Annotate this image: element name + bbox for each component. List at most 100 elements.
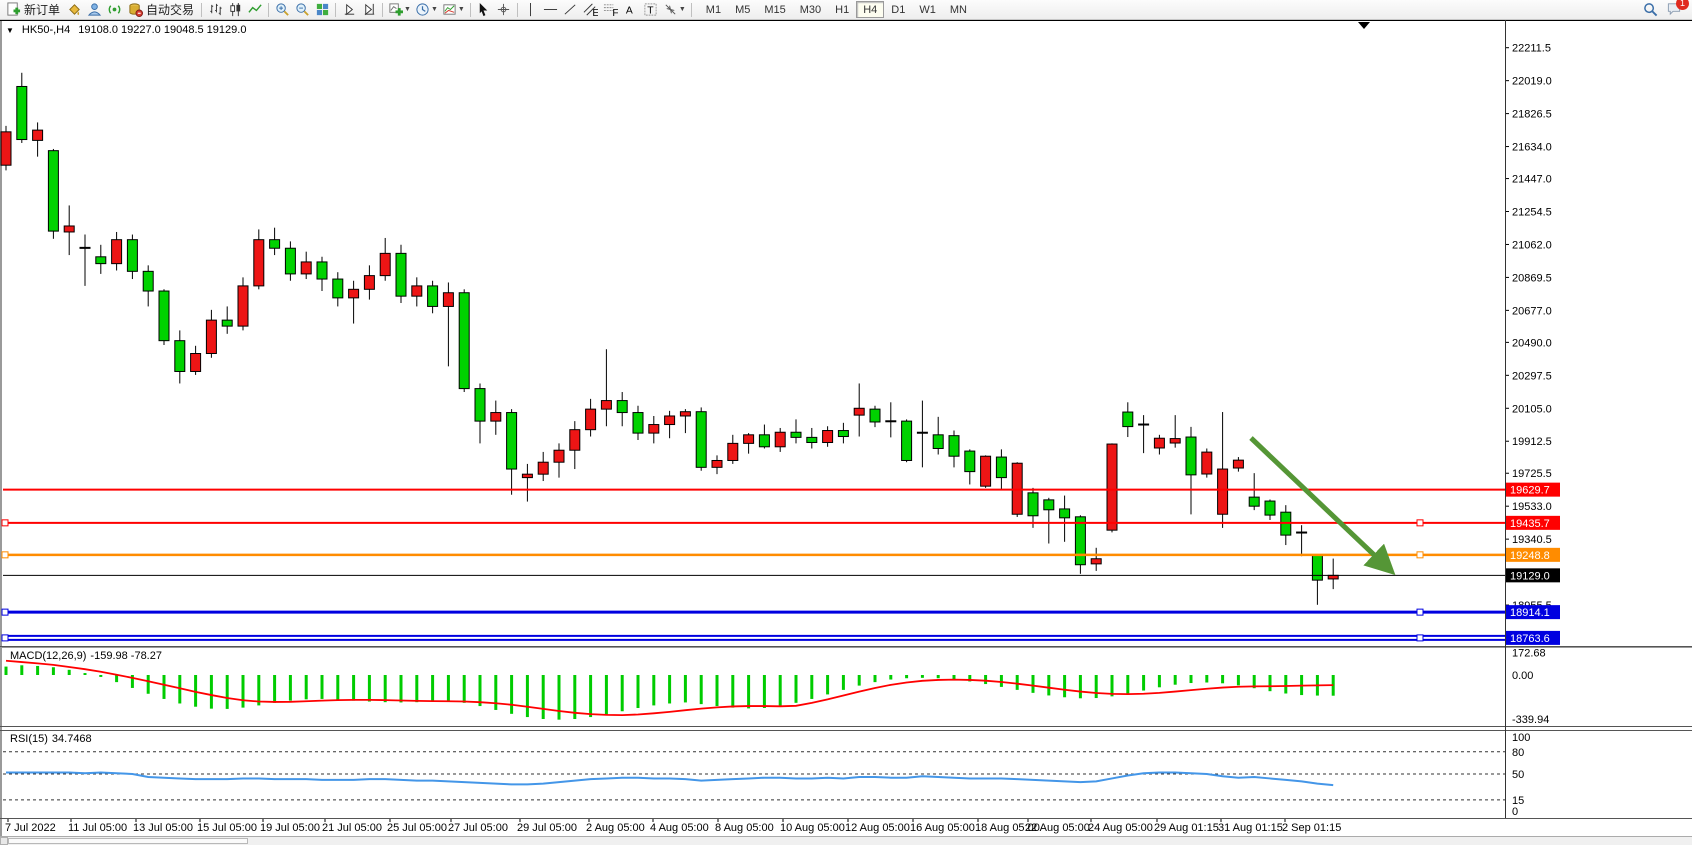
candle-down	[949, 436, 959, 457]
rsi-axis-label: 50	[1512, 769, 1524, 781]
candle-down	[617, 401, 627, 413]
candle-down	[1249, 497, 1259, 506]
candle-down	[759, 435, 769, 447]
candle-up	[412, 286, 422, 296]
macd-axis-label: -339.94	[1512, 714, 1549, 726]
candle-up	[744, 435, 754, 444]
time-axis-label: 13 Jul 05:00	[133, 822, 193, 834]
candle-up	[301, 262, 311, 274]
candle-up	[570, 430, 580, 451]
time-axis-label: 16 Aug 05:00	[910, 822, 975, 834]
candle-down	[143, 271, 153, 291]
time-axis-label: 10 Aug 05:00	[780, 822, 845, 834]
candle-up	[586, 409, 596, 430]
line-handle[interactable]	[1417, 552, 1423, 558]
candle-up	[206, 320, 216, 353]
candle-up	[712, 460, 722, 467]
candle-down	[507, 413, 517, 469]
candle-down	[222, 320, 232, 326]
time-axis-label: 12 Aug 05:00	[845, 822, 910, 834]
time-axis-label: 24 Aug 05:00	[1088, 822, 1153, 834]
macd-axis-label: 172.68	[1512, 648, 1546, 660]
line-handle[interactable]	[2, 520, 8, 526]
candle-down	[870, 409, 880, 422]
candle-down	[428, 286, 438, 307]
candle-up	[1218, 469, 1228, 514]
rsi-label: RSI(15) 34.7468	[10, 733, 92, 745]
candle-up	[1233, 460, 1243, 468]
candle-up	[728, 443, 738, 460]
price-axis-label: 20869.5	[1512, 272, 1552, 284]
candle-up	[380, 253, 390, 275]
symbol-timeframe-label: HK50-,H4	[22, 24, 70, 36]
price-axis-label: 21062.0	[1512, 239, 1552, 251]
macd-label: MACD(12,26,9)-159.98 -78.27	[10, 650, 162, 662]
candle-down	[80, 247, 90, 248]
candle-down	[807, 437, 817, 442]
candle-down	[333, 279, 343, 298]
candle-up	[1, 132, 11, 165]
candle-down	[270, 240, 280, 249]
candle-up	[1202, 452, 1212, 474]
price-axis-label: 21254.5	[1512, 207, 1552, 219]
candle-up	[1139, 424, 1149, 425]
candle-up	[601, 401, 611, 410]
rsi-name: RSI(15)	[10, 733, 48, 745]
candle-up	[191, 354, 201, 372]
candle-down	[633, 413, 643, 434]
price-axis-label: 22211.5	[1512, 43, 1551, 55]
line-handle[interactable]	[1417, 635, 1423, 641]
collapse-triangle-icon[interactable]: ▼	[6, 26, 14, 35]
price-axis-label: 20297.5	[1512, 370, 1552, 382]
candle-up	[33, 130, 43, 140]
candle-up	[238, 286, 248, 326]
line-handle[interactable]	[2, 609, 8, 615]
candle-down	[791, 432, 801, 437]
scrollbar-thumb[interactable]	[8, 838, 248, 844]
candle-up	[1154, 438, 1164, 448]
candle-up	[443, 293, 453, 307]
rsi-axis-label: 80	[1512, 747, 1524, 759]
candle-up	[981, 456, 991, 486]
candle-up	[854, 408, 864, 415]
line-handle[interactable]	[1417, 609, 1423, 615]
chart-shift-marker[interactable]	[1358, 22, 1370, 29]
macd-axis-label: 0.00	[1512, 670, 1533, 682]
chart-title: ▼ HK50-,H4 19108.0 19227.0 19048.5 19129…	[6, 24, 246, 36]
price-axis-label: 22019.0	[1512, 76, 1552, 88]
candle-up	[823, 431, 833, 443]
candle-down	[933, 435, 943, 449]
time-axis-label: 27 Jul 05:00	[448, 822, 508, 834]
price-axis-label: 21826.5	[1512, 109, 1552, 121]
candle-up	[649, 425, 659, 434]
time-axis-label: 25 Jul 05:00	[387, 822, 447, 834]
candle-down	[696, 412, 706, 468]
time-axis-label: 29 Aug 01:15	[1154, 822, 1219, 834]
price-axis-label: 20677.0	[1512, 305, 1552, 317]
candle-up	[254, 240, 264, 286]
price-badge-label: 19435.7	[1510, 518, 1550, 530]
time-axis-label: 22 Aug 05:00	[1025, 822, 1090, 834]
candle-up	[917, 432, 927, 433]
candle-up	[349, 289, 359, 298]
candle-down	[1186, 437, 1196, 475]
rsi-axis-label: 100	[1512, 732, 1530, 744]
candle-up	[775, 432, 785, 447]
horizontal-scrollbar[interactable]	[0, 836, 1692, 845]
line-handle[interactable]	[2, 635, 8, 641]
candle-up	[1091, 559, 1101, 564]
line-handle[interactable]	[1417, 520, 1423, 526]
candle-down	[1060, 509, 1070, 518]
candle-down	[1312, 555, 1322, 580]
candle-down	[285, 248, 295, 274]
candle-up	[491, 413, 501, 422]
line-handle[interactable]	[2, 552, 8, 558]
rsi-value: 34.7468	[52, 733, 92, 745]
candle-down	[459, 293, 469, 389]
time-axis-label: 11 Jul 05:00	[68, 822, 127, 834]
candle-down	[965, 451, 975, 472]
price-axis-label: 19725.5	[1512, 468, 1552, 480]
candle-up	[886, 421, 896, 422]
chart-canvas[interactable]: 22211.522019.021826.521634.021447.021254…	[0, 0, 1692, 845]
candle-down	[96, 257, 106, 264]
